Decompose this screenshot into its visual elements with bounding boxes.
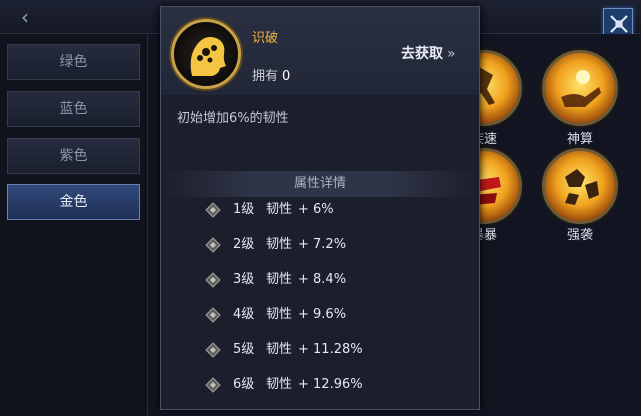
level-label: 4级 — [233, 307, 255, 322]
attribute-value: + 12.96% — [298, 377, 363, 392]
close-x-icon — [610, 15, 628, 33]
attribute-value: + 9.6% — [298, 307, 347, 322]
rarity-sidebar: 绿色 蓝色 紫色 金色 — [0, 34, 148, 416]
level-label: 6级 — [233, 377, 255, 392]
attribute-name: 韧性 — [266, 272, 293, 287]
owned-label: 拥有 — [252, 69, 279, 84]
item-name: 识破 — [252, 31, 279, 46]
attribute-value: + 8.4% — [298, 272, 347, 287]
attribute-value: + 11.28% — [298, 342, 363, 357]
tab-purple[interactable]: 紫色 — [7, 138, 140, 174]
level-label: 1级 — [233, 202, 255, 217]
attribute-name: 韧性 — [266, 342, 293, 357]
diamond-icon — [205, 237, 221, 253]
level-label: 2级 — [233, 237, 255, 252]
exploding-rock-icon — [565, 169, 599, 205]
diamond-icon — [205, 377, 221, 393]
level-label: 3级 — [233, 272, 255, 287]
chevron-left-icon: ‹ — [21, 5, 29, 29]
back-button[interactable]: ‹ — [14, 6, 36, 28]
head-silhouette-icon — [190, 37, 226, 76]
attribute-name: 韧性 — [266, 307, 293, 322]
attribute-name: 韧性 — [266, 377, 293, 392]
owned-count: 拥有 0 — [252, 65, 290, 84]
attribute-section-title: 属性详情 — [161, 171, 479, 197]
skill-hand-with-orb[interactable] — [542, 50, 618, 126]
detail-header: 识破 拥有 0 去获取» — [161, 7, 479, 95]
hand-with-orb-icon — [561, 70, 601, 107]
skill-label-calc: 神算 — [566, 132, 593, 147]
owned-number: 0 — [282, 69, 291, 84]
attribute-value: + 6% — [298, 202, 334, 217]
tab-green[interactable]: 绿色 — [7, 44, 140, 80]
double-chevron-right-icon: » — [447, 46, 456, 62]
diamond-icon — [205, 307, 221, 323]
item-detail-panel: 识破 拥有 0 去获取» 初始增加6%的韧性 属性详情 1级 韧性 + 6% 2级… — [160, 6, 480, 410]
tab-blue[interactable]: 蓝色 — [7, 91, 140, 127]
diamond-icon — [205, 272, 221, 288]
attribute-name: 韧性 — [266, 237, 293, 252]
skill-label-assault: 强袭 — [566, 228, 593, 243]
skill-exploding-rock[interactable] — [542, 148, 618, 224]
attribute-value: + 7.2% — [298, 237, 347, 252]
tab-gold[interactable]: 金色 — [7, 184, 140, 220]
item-emblem — [171, 19, 241, 89]
item-description: 初始增加6%的韧性 — [177, 111, 289, 126]
attribute-name: 韧性 — [266, 202, 293, 217]
acquire-label: 去获取 — [401, 46, 443, 62]
level-label: 5级 — [233, 342, 255, 357]
diamond-icon — [205, 342, 221, 358]
acquire-button[interactable]: 去获取» — [401, 43, 456, 63]
diamond-icon — [205, 202, 221, 218]
